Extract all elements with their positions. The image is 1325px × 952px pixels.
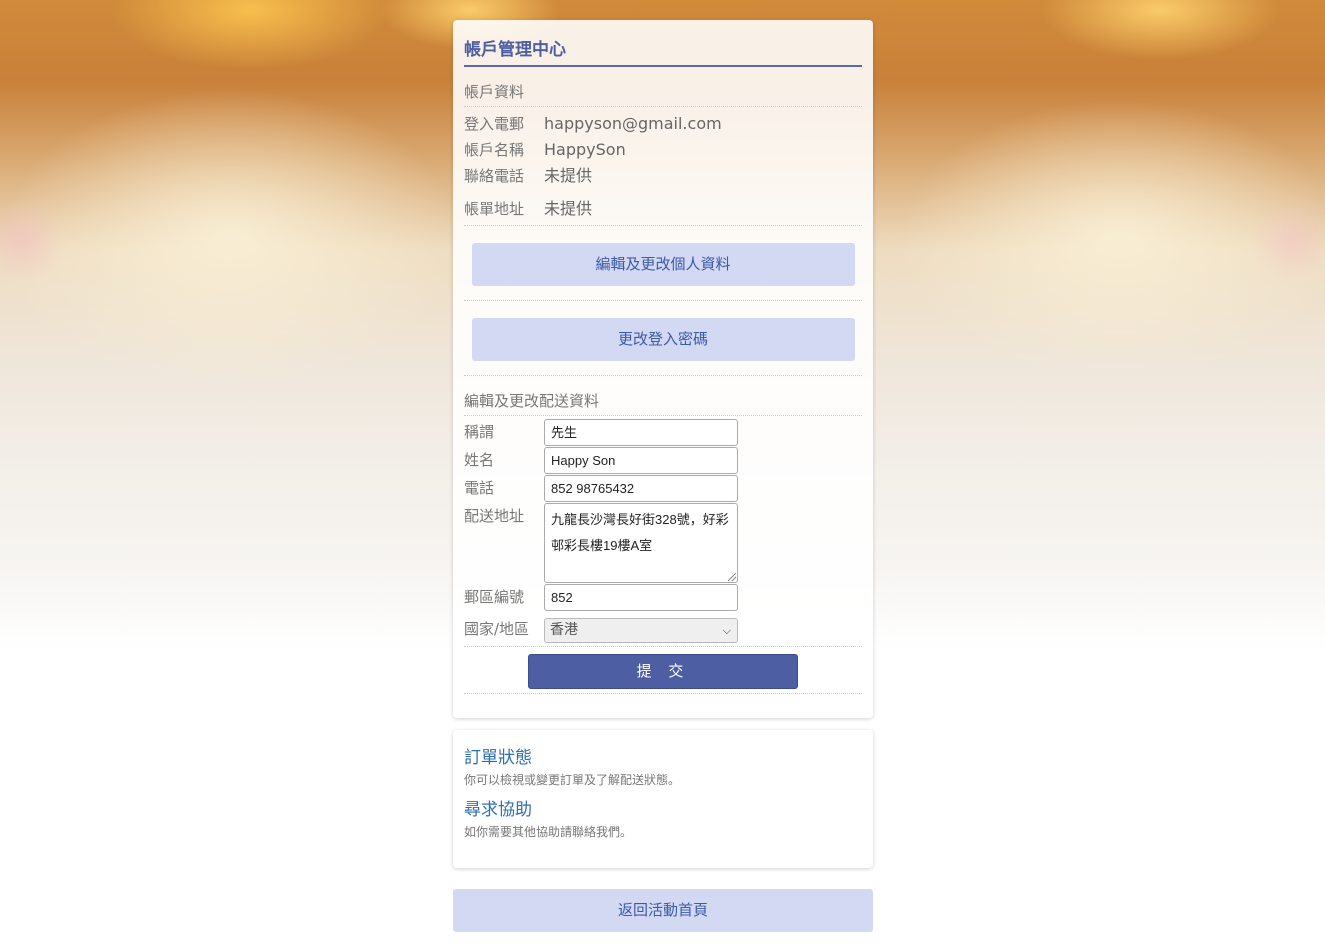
change-password-wrap: 更改登入密碼 bbox=[464, 301, 862, 376]
postcode-input[interactable]: 852 bbox=[544, 584, 738, 611]
shipping-heading: 編輯及更改配送資料 bbox=[464, 376, 862, 416]
name-label: 姓名 bbox=[464, 451, 495, 469]
address-row: 配送地址 九龍長沙灣長好街328號，好彩邨彩長樓19樓A室 bbox=[464, 503, 862, 583]
info-row-email: 登入電郵 happyson@gmail.com bbox=[464, 111, 862, 137]
postcode-label: 郵區編號 bbox=[464, 588, 525, 606]
shipping-phone-label: 電話 bbox=[464, 479, 495, 497]
account-info-heading: 帳戶資料 bbox=[464, 67, 862, 107]
phone-label: 聯絡電話 bbox=[464, 167, 525, 185]
title-input[interactable]: 先生 bbox=[544, 419, 738, 446]
help-link[interactable]: 尋求協助 bbox=[464, 798, 862, 822]
chevron-down-icon: ⌵ bbox=[722, 624, 731, 637]
info-row-account-name: 帳戶名稱 HappySon bbox=[464, 137, 862, 163]
account-card: 帳戶管理中心 帳戶資料 登入電郵 happyson@gmail.com 帳戶名稱… bbox=[453, 20, 873, 718]
order-status-link[interactable]: 訂單狀態 bbox=[464, 746, 862, 770]
submit-button[interactable]: 提 交 bbox=[528, 654, 798, 689]
account-info-list: 登入電郵 happyson@gmail.com 帳戶名稱 HappySon 聯絡… bbox=[464, 107, 862, 226]
postcode-row: 郵區編號 852 bbox=[464, 583, 862, 612]
country-row: 國家/地區 香港 ⌵ bbox=[464, 612, 862, 647]
address-textarea[interactable]: 九龍長沙灣長好街328號，好彩邨彩長樓19樓A室 bbox=[544, 503, 738, 583]
edit-profile-button[interactable]: 編輯及更改個人資料 bbox=[471, 243, 855, 286]
page-title: 帳戶管理中心 bbox=[464, 38, 862, 67]
email-value: happyson@gmail.com bbox=[544, 114, 722, 133]
edit-profile-wrap: 編輯及更改個人資料 bbox=[464, 226, 862, 301]
country-value: 香港 bbox=[550, 622, 578, 638]
name-row: 姓名 Happy Son bbox=[464, 447, 862, 475]
phone-input[interactable]: 852 98765432 bbox=[544, 475, 738, 502]
title-row: 稱謂 先生 bbox=[464, 419, 862, 447]
account-name-value: HappySon bbox=[544, 140, 626, 159]
address-text: 九龍長沙灣長好街328號，好彩邨彩長樓19樓A室 bbox=[551, 512, 729, 553]
name-input[interactable]: Happy Son bbox=[544, 447, 738, 474]
phone-value: 未提供 bbox=[544, 166, 593, 185]
resize-grip-icon[interactable] bbox=[728, 573, 736, 581]
help-text: 如你需要其他協助請聯絡我們。 bbox=[464, 825, 633, 839]
back-to-home-button[interactable]: 返回活動首頁 bbox=[453, 889, 873, 932]
info-row-billing-address: 帳單地址 未提供 bbox=[464, 189, 862, 226]
info-row-phone: 聯絡電話 未提供 bbox=[464, 163, 862, 189]
phone-row: 電話 852 98765432 bbox=[464, 475, 862, 503]
address-label: 配送地址 bbox=[464, 507, 525, 525]
order-status-text: 你可以檢視或變更訂單及了解配送狀態。 bbox=[464, 773, 681, 787]
billing-address-value: 未提供 bbox=[544, 199, 593, 218]
shipping-form: 稱謂 先生 姓名 Happy Son 電話 852 98765432 配送地址 … bbox=[464, 416, 862, 647]
change-password-button[interactable]: 更改登入密碼 bbox=[471, 318, 855, 361]
country-label: 國家/地區 bbox=[464, 620, 530, 638]
country-select[interactable]: 香港 ⌵ bbox=[544, 618, 738, 643]
account-name-label: 帳戶名稱 bbox=[464, 141, 525, 159]
help-card: 訂單狀態 你可以檢視或變更訂單及了解配送狀態。 尋求協助 如你需要其他協助請聯絡… bbox=[453, 730, 873, 868]
submit-wrap: 提 交 bbox=[464, 647, 862, 694]
billing-address-label: 帳單地址 bbox=[464, 200, 525, 218]
title-label: 稱謂 bbox=[464, 423, 495, 441]
email-label: 登入電郵 bbox=[464, 115, 525, 133]
